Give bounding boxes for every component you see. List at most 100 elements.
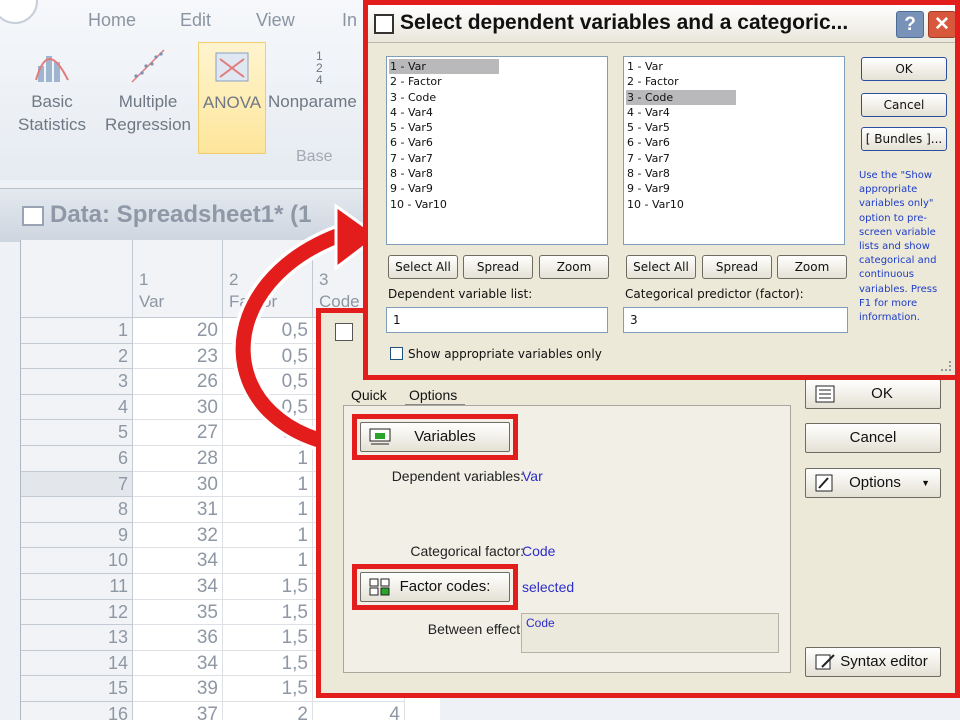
row-header[interactable]: 8 xyxy=(21,497,133,523)
right-spread-button[interactable]: Spread xyxy=(702,255,772,279)
row-header[interactable]: 3 xyxy=(21,369,133,395)
row-header[interactable]: 9 xyxy=(21,522,133,549)
right-select-all-button[interactable]: Select All xyxy=(626,255,696,279)
select-ok-button[interactable]: OK xyxy=(861,57,947,81)
variable-list-item[interactable]: 9 - Var9 xyxy=(626,181,842,196)
cell-var[interactable]: 30 xyxy=(133,394,223,421)
cell-factor[interactable]: 1 xyxy=(223,471,313,498)
cell-factor[interactable]: 1,5 xyxy=(223,574,313,600)
tab-home[interactable]: Home xyxy=(88,10,136,31)
variable-list-item[interactable]: 6 - Var6 xyxy=(626,135,842,150)
variable-list-item[interactable]: 1 - Var xyxy=(389,59,499,75)
nonparametrics-button[interactable]: 1 2 4 Nonparame xyxy=(268,42,362,154)
row-header[interactable]: 11 xyxy=(21,574,133,600)
left-spread-button[interactable]: Spread xyxy=(463,255,533,279)
tab-quick[interactable]: Quick xyxy=(351,387,387,403)
cell-var[interactable]: 34 xyxy=(133,574,223,600)
cell-factor[interactable]: 1,5 xyxy=(223,650,313,677)
dependent-variables-value[interactable]: Var xyxy=(522,468,543,484)
app-menu-orb[interactable] xyxy=(0,0,38,24)
row-header[interactable]: 2 xyxy=(21,343,133,370)
row-header[interactable]: 6 xyxy=(21,446,133,472)
help-icon[interactable]: ? xyxy=(896,11,924,38)
variable-list-item[interactable]: 2 - Factor xyxy=(626,74,842,89)
column-header-var[interactable]: 1 Var xyxy=(133,240,223,318)
column-header-factor[interactable]: 2 Factor xyxy=(223,240,313,318)
categorical-predictor-input[interactable]: 3 xyxy=(623,307,848,333)
cell-var[interactable]: 36 xyxy=(133,625,223,651)
variable-list-item[interactable]: 4 - Var4 xyxy=(626,105,842,120)
show-appropriate-checkbox[interactable] xyxy=(390,347,403,360)
cell-factor[interactable]: 0,5 xyxy=(223,318,313,344)
select-dialog-titlebar[interactable]: Select dependent variables and a categor… xyxy=(368,5,956,43)
tab-edit[interactable]: Edit xyxy=(180,10,211,31)
cell-factor[interactable]: 0,5 xyxy=(223,369,313,395)
cell-var[interactable]: 37 xyxy=(133,702,223,720)
tab-view[interactable]: View xyxy=(256,10,295,31)
row-header[interactable]: 10 xyxy=(21,548,133,574)
factor-codes-value[interactable]: selected xyxy=(522,579,574,595)
categorical-factor-value[interactable]: Code xyxy=(522,543,555,559)
cell-factor[interactable]: 1 xyxy=(223,548,313,574)
cell-factor[interactable]: 1,5 xyxy=(223,599,313,626)
cell-factor[interactable]: 1 xyxy=(223,497,313,523)
cell-factor[interactable]: 0,5 xyxy=(223,343,313,370)
cell-var[interactable]: 31 xyxy=(133,497,223,523)
right-zoom-button[interactable]: Zoom xyxy=(777,255,847,279)
variable-list-item[interactable]: 8 - Var8 xyxy=(389,166,605,181)
cell-var[interactable]: 28 xyxy=(133,446,223,472)
variable-list-item[interactable]: 9 - Var9 xyxy=(389,181,605,196)
left-zoom-button[interactable]: Zoom xyxy=(539,255,609,279)
variables-button[interactable]: Variables xyxy=(360,422,510,452)
variable-list-item[interactable]: 6 - Var6 xyxy=(389,135,605,150)
variable-list-item[interactable]: 10 - Var10 xyxy=(626,197,842,212)
row-header[interactable]: 13 xyxy=(21,625,133,651)
row-header[interactable]: 14 xyxy=(21,650,133,677)
between-effect-box[interactable]: Code xyxy=(521,613,779,653)
row-header[interactable]: 15 xyxy=(21,676,133,702)
row-header[interactable]: 16 xyxy=(21,702,133,720)
cell-var[interactable]: 32 xyxy=(133,522,223,549)
variable-list-item[interactable]: 7 - Var7 xyxy=(389,151,605,166)
row-header[interactable]: 4 xyxy=(21,394,133,421)
cancel-button[interactable]: Cancel xyxy=(805,423,941,453)
cell-var[interactable]: 34 xyxy=(133,548,223,574)
cell-factor[interactable]: 1 xyxy=(223,446,313,472)
cell-code[interactable]: 4 xyxy=(313,702,405,720)
dependent-variable-listbox[interactable]: 1 - Var 2 - Factor 3 - Code 4 - Var4 5 - Var… xyxy=(386,56,608,245)
variable-list-item[interactable]: 8 - Var8 xyxy=(626,166,842,181)
variable-list-item[interactable]: 3 - Code xyxy=(626,89,736,105)
variable-list-item[interactable]: 2 - Factor xyxy=(389,74,605,89)
cell-var[interactable]: 34 xyxy=(133,650,223,677)
resize-grip[interactable] xyxy=(941,361,951,371)
anova-button[interactable]: ANOVA xyxy=(198,42,266,154)
row-header[interactable]: 7 xyxy=(21,471,133,498)
cell-var[interactable]: 30 xyxy=(133,471,223,498)
variable-list-item[interactable]: 1 - Var xyxy=(626,59,842,74)
row-header[interactable]: 5 xyxy=(21,420,133,446)
factor-codes-button[interactable]: Factor codes: xyxy=(360,572,510,602)
variable-list-item[interactable]: 3 - Code xyxy=(389,90,605,105)
variable-list-item[interactable]: 4 - Var4 xyxy=(389,105,605,120)
cell-var[interactable]: 20 xyxy=(133,318,223,344)
cell-var[interactable]: 35 xyxy=(133,599,223,626)
options-button[interactable]: Options ▼ xyxy=(805,468,941,498)
basic-statistics-button[interactable]: Basic Statistics xyxy=(10,42,94,154)
bundles-button[interactable]: [ Bundles ]... xyxy=(861,127,947,151)
categorical-variable-listbox[interactable]: 1 - Var 2 - Factor 3 - Code 4 - Var4 5 - Var… xyxy=(623,56,845,245)
cell-var[interactable]: 27 xyxy=(133,420,223,446)
variable-list-item[interactable]: 5 - Var5 xyxy=(626,120,842,135)
ok-button[interactable]: OK xyxy=(805,379,941,409)
variable-list-item[interactable]: 5 - Var5 xyxy=(389,120,605,135)
cell-factor[interactable]: 1,5 xyxy=(223,625,313,651)
cell-factor[interactable]: 1,5 xyxy=(223,676,313,702)
cell-factor[interactable]: 2 xyxy=(223,702,313,720)
left-select-all-button[interactable]: Select All xyxy=(388,255,458,279)
syntax-editor-button[interactable]: Syntax editor xyxy=(805,647,941,677)
tab-insert[interactable]: In xyxy=(342,10,357,31)
dependent-list-input[interactable]: 1 xyxy=(386,307,608,333)
select-cancel-button[interactable]: Cancel xyxy=(861,93,947,117)
cell-var[interactable]: 26 xyxy=(133,369,223,395)
cell-factor[interactable]: 0,5 xyxy=(223,420,313,446)
variable-list-item[interactable]: 10 - Var10 xyxy=(389,197,605,212)
